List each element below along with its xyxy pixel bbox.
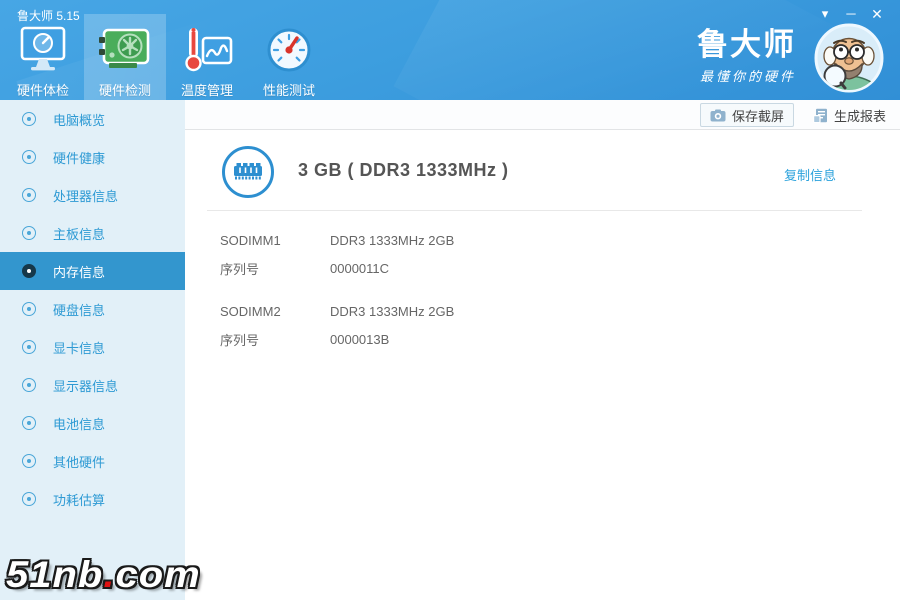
radio-icon — [22, 188, 36, 202]
divider — [207, 210, 862, 211]
radio-icon — [22, 454, 36, 468]
copy-info-link[interactable]: 复制信息 — [784, 165, 836, 184]
table-row: SODIMM1 DDR3 1333MHz 2GB — [220, 226, 870, 254]
row-label: 序列号 — [220, 330, 330, 349]
thermometer-chart-icon — [179, 26, 235, 74]
tab-label: 性能测试 — [263, 80, 315, 99]
save-screenshot-button[interactable]: 保存截屏 — [700, 103, 794, 127]
gpu-card-icon — [97, 26, 153, 74]
brand-name: 鲁大师 — [697, 28, 796, 62]
tab-label: 温度管理 — [181, 80, 233, 99]
radio-icon — [22, 492, 36, 506]
tab-hardware-checkup[interactable]: 硬件体检 — [2, 14, 84, 100]
radio-icon — [22, 302, 36, 316]
table-row: SODIMM2 DDR3 1333MHz 2GB — [220, 297, 870, 325]
tab-benchmark[interactable]: 性能测试 — [248, 14, 330, 100]
menu-dropdown-icon[interactable]: ▾ — [812, 4, 838, 24]
row-value: 0000013B — [330, 332, 389, 347]
table-row: 序列号 0000013B — [220, 325, 870, 353]
memory-detail-rows: SODIMM1 DDR3 1333MHz 2GB 序列号 0000011C SO… — [220, 226, 870, 353]
sidebar-item-disk-info[interactable]: 硬盘信息 — [0, 290, 185, 328]
speedometer-icon — [261, 26, 317, 74]
sidebar-item-other-hardware[interactable]: 其他硬件 — [0, 442, 185, 480]
sidebar-item-gpu-info[interactable]: 显卡信息 — [0, 328, 185, 366]
window-controls: ▾ ─ ✕ — [812, 4, 890, 24]
sidebar-item-battery-info[interactable]: 电池信息 — [0, 404, 185, 442]
row-value: DDR3 1333MHz 2GB — [330, 304, 454, 319]
tab-temperature[interactable]: 温度管理 — [166, 14, 248, 100]
sidebar-item-hardware-health[interactable]: 硬件健康 — [0, 138, 185, 176]
save-screenshot-label: 保存截屏 — [732, 106, 784, 125]
sidebar-item-motherboard-info[interactable]: 主板信息 — [0, 214, 185, 252]
sidebar-item-label: 显示器信息 — [53, 376, 118, 395]
sidebar-item-memory-info[interactable]: 内存信息 — [0, 252, 185, 290]
sidebar: 电脑概览 硬件健康 处理器信息 主板信息 内存信息 硬盘信息 显卡信息 显示器信… — [0, 100, 185, 600]
tab-hardware-detect[interactable]: 硬件检测 — [84, 14, 166, 100]
sidebar-item-label: 主板信息 — [53, 224, 105, 243]
brand-slogan: 最懂你的硬件 — [697, 66, 796, 85]
brand-logo: 鲁大师 最懂你的硬件 — [697, 28, 796, 85]
mascot-avatar[interactable] — [814, 23, 884, 93]
sidebar-item-label: 硬盘信息 — [53, 300, 105, 319]
51nb-watermark: 51nb.com — [6, 555, 201, 596]
memory-summary: 3 GB ( DDR3 1333MHz ) — [298, 160, 509, 181]
row-label: 序列号 — [220, 259, 330, 278]
generate-report-label: 生成报表 — [834, 106, 886, 125]
row-value: 0000011C — [330, 261, 389, 276]
title-bar: 鲁大师 5.15 ▾ ─ ✕ 硬件体检 — [0, 0, 900, 100]
radio-icon — [22, 340, 36, 354]
window-title: 鲁大师 5.15 — [17, 7, 80, 24]
table-row: 序列号 0000011C — [220, 254, 870, 282]
radio-icon — [22, 416, 36, 430]
radio-icon — [22, 112, 36, 126]
action-bar: 保存截屏 生成报表 — [185, 100, 900, 130]
sidebar-item-display-info[interactable]: 显示器信息 — [0, 366, 185, 404]
ram-circle-icon — [221, 145, 275, 199]
tab-label: 硬件体检 — [17, 80, 69, 99]
row-label: SODIMM1 — [220, 233, 330, 248]
generate-report-button[interactable]: 生成报表 — [809, 103, 890, 127]
memory-info-panel: 3 GB ( DDR3 1333MHz ) 复制信息 SODIMM1 DDR3 … — [185, 130, 900, 600]
main-nav-tabs: 硬件体检 硬件检测 — [2, 14, 330, 100]
watermark-dot: . — [103, 555, 115, 595]
report-icon — [813, 108, 828, 123]
sidebar-item-label: 处理器信息 — [53, 186, 118, 205]
sidebar-item-cpu-info[interactable]: 处理器信息 — [0, 176, 185, 214]
sidebar-item-label: 电池信息 — [53, 414, 105, 433]
radio-icon — [22, 150, 36, 164]
radio-selected-icon — [22, 264, 36, 278]
sidebar-item-label: 功耗估算 — [53, 490, 105, 509]
sidebar-item-label: 显卡信息 — [53, 338, 105, 357]
watermark-prefix: 51nb — [6, 555, 103, 595]
row-label: SODIMM2 — [220, 304, 330, 319]
minimize-icon[interactable]: ─ — [838, 4, 864, 24]
sidebar-item-computer-overview[interactable]: 电脑概览 — [0, 100, 185, 138]
camera-icon — [710, 109, 726, 122]
sidebar-item-label: 其他硬件 — [53, 452, 105, 471]
sidebar-item-label: 电脑概览 — [53, 110, 105, 129]
row-value: DDR3 1333MHz 2GB — [330, 233, 454, 248]
radio-icon — [22, 226, 36, 240]
watermark-suffix: com — [115, 555, 200, 595]
sidebar-item-power-estimate[interactable]: 功耗估算 — [0, 480, 185, 518]
sidebar-item-label: 内存信息 — [53, 262, 105, 281]
sidebar-item-label: 硬件健康 — [53, 148, 105, 167]
close-icon[interactable]: ✕ — [864, 4, 890, 24]
tab-label: 硬件检测 — [99, 80, 151, 99]
monitor-gauge-icon — [15, 26, 71, 74]
radio-icon — [22, 378, 36, 392]
